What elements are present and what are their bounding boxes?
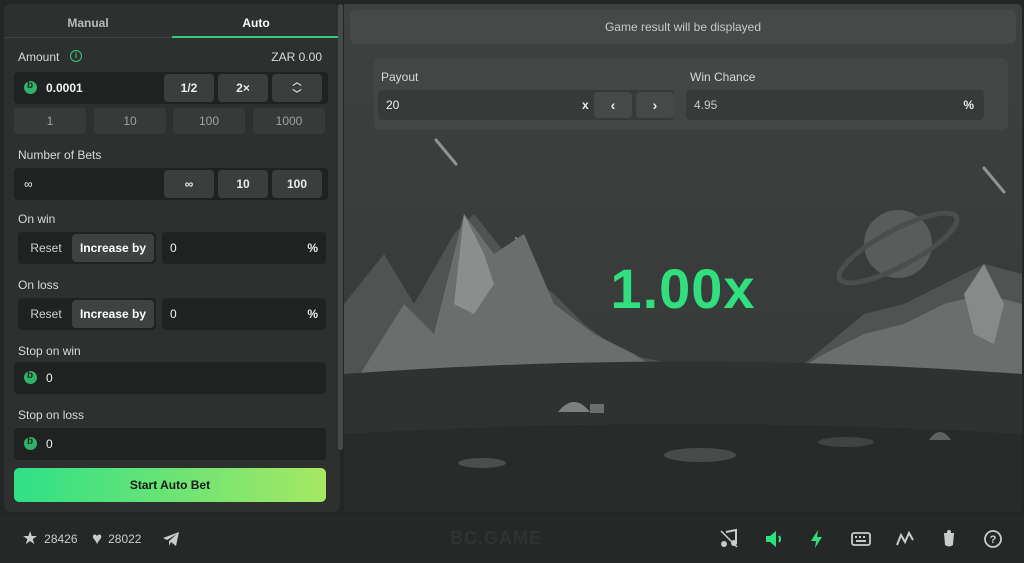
half-button[interactable]: 1/2 (164, 74, 214, 102)
chevron-right-icon: › (652, 97, 658, 113)
payout-input[interactable]: 20 (386, 98, 399, 112)
bets-infinite-button[interactable]: ∞ (164, 170, 214, 198)
stop-win-field: 0 (14, 362, 326, 394)
preset-1-button[interactable]: 1 (14, 108, 86, 134)
bets-100-button[interactable]: 100 (272, 170, 322, 198)
chevron-left-icon: ‹ (610, 97, 616, 113)
stop-win-label: Stop on win (18, 344, 81, 358)
win-chance-unit: % (963, 98, 974, 112)
payout-field: 20 x ‹ › (378, 90, 674, 120)
multiplier-display: 1.00x (610, 257, 756, 320)
likes-button[interactable]: ♥ 28022 (92, 514, 141, 563)
balance-text: ZAR 0.00 (271, 50, 322, 64)
game-area: Game result will be displayed Payout 20 … (344, 4, 1022, 512)
brand-logo: BC.GAME (450, 528, 542, 548)
coin-icon (24, 370, 37, 384)
stop-loss-field: 0 (14, 428, 326, 460)
preset-10-button[interactable]: 10 (94, 108, 166, 134)
coin-icon (24, 436, 37, 450)
bets-field: ∞ ∞ 10 100 (14, 168, 328, 200)
payout-winchance-panel: Payout 20 x ‹ › Win Chance 4.95 % (374, 58, 1008, 130)
win-chance-input[interactable]: 4.95 (694, 98, 717, 112)
info-icon[interactable]: i (70, 50, 82, 62)
on-loss-field: 0 % (162, 298, 326, 330)
coin-icon (24, 80, 37, 94)
share-button[interactable] (162, 514, 180, 563)
keyboard-icon[interactable] (850, 528, 872, 550)
on-loss-reset-button[interactable]: Reset (20, 300, 72, 328)
win-chance-label: Win Chance (690, 70, 756, 84)
music-icon[interactable] (718, 528, 740, 550)
favorites-button[interactable]: ★ 28426 (22, 514, 78, 563)
favorites-count: 28426 (44, 531, 78, 546)
chevron-up-icon[interactable]: ︿ (272, 76, 322, 88)
mode-tabs: Manual Auto (4, 4, 340, 38)
payout-increase-button[interactable]: › (636, 92, 674, 118)
on-loss-toggle: Reset Increase by (18, 298, 156, 330)
preset-100-button[interactable]: 100 (173, 108, 245, 134)
bets-label: Number of Bets (18, 148, 102, 162)
footer-bar: ★ 28426 ♥ 28022 BC.GAME ? (0, 514, 1024, 563)
on-loss-unit: % (307, 307, 318, 321)
on-loss-input[interactable]: 0 (170, 307, 177, 321)
stop-loss-label: Stop on loss (18, 408, 85, 422)
tab-auto[interactable]: Auto (172, 4, 340, 38)
on-win-input[interactable]: 0 (170, 241, 177, 255)
tab-manual[interactable]: Manual (4, 4, 172, 38)
on-win-unit: % (307, 241, 318, 255)
double-button[interactable]: 2× (218, 74, 268, 102)
on-win-field: 0 % (162, 232, 326, 264)
help-icon[interactable]: ? (982, 528, 1004, 550)
on-win-reset-button[interactable]: Reset (20, 234, 72, 262)
amount-label: Amount (18, 50, 60, 64)
payout-decrease-button[interactable]: ‹ (594, 92, 632, 118)
speaker-icon[interactable] (762, 528, 784, 550)
chart-icon[interactable] (894, 528, 916, 550)
svg-text:?: ? (990, 534, 997, 546)
fairness-icon[interactable] (938, 528, 960, 550)
bets-10-button[interactable]: 10 (218, 170, 268, 198)
start-auto-bet-button[interactable]: Start Auto Bet (14, 468, 326, 502)
stop-loss-input[interactable]: 0 (46, 437, 53, 451)
heart-icon: ♥ (92, 528, 103, 548)
on-win-toggle: Reset Increase by (18, 232, 156, 264)
star-icon: ★ (22, 528, 39, 548)
payout-unit: x (582, 98, 589, 112)
amount-stepper[interactable]: ︿ ﹀ (272, 74, 322, 102)
on-win-increase-button[interactable]: Increase by (72, 234, 154, 262)
payout-label: Payout (381, 70, 419, 84)
on-loss-label: On loss (18, 278, 59, 292)
amount-input[interactable]: 0.0001 (46, 81, 83, 95)
on-win-label: On win (18, 212, 56, 226)
telegram-icon (163, 531, 179, 546)
stop-win-input[interactable]: 0 (46, 371, 53, 385)
preset-1000-button[interactable]: 1000 (253, 108, 325, 134)
game-result-bar: Game result will be displayed (350, 10, 1016, 44)
bet-panel: Manual Auto Amount i ZAR 0.00 0.0001 1/2… (4, 4, 340, 512)
bets-input[interactable]: ∞ (24, 177, 33, 191)
lightning-icon[interactable] (806, 528, 828, 550)
likes-count: 28022 (108, 531, 142, 546)
on-loss-increase-button[interactable]: Increase by (72, 300, 154, 328)
chevron-down-icon[interactable]: ﹀ (272, 88, 322, 100)
amount-field: 0.0001 1/2 2× ︿ ﹀ (14, 72, 328, 104)
win-chance-field: 4.95 % (686, 90, 984, 120)
app-root: Manual Auto Amount i ZAR 0.00 0.0001 1/2… (0, 0, 1024, 563)
panel-scrollbar[interactable] (338, 4, 343, 450)
